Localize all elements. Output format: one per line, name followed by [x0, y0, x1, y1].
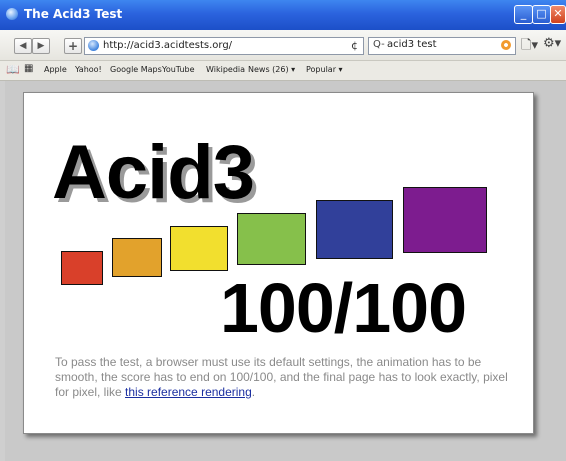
score-readout: 100/100 [220, 269, 467, 347]
acid3-page: Acid3 100/100 To pass the test, a browse… [23, 92, 534, 434]
bookmark-popular[interactable]: Popular ▾ [306, 65, 343, 74]
minimize-button[interactable]: _ [514, 5, 533, 24]
maximize-button[interactable]: □ [532, 5, 551, 24]
orange-box [112, 238, 162, 277]
search-bar[interactable]: Q- [368, 37, 516, 55]
yellow-box [170, 226, 228, 271]
reference-rendering-link[interactable]: this reference rendering [125, 385, 252, 399]
bookmark-wikipedia[interactable]: Wikipedia [206, 65, 245, 74]
navigation-toolbar: ◀ ▶ + http://acid3.acidtests.org/ ¢ Q- 🗋… [0, 30, 566, 61]
safari-icon [6, 8, 18, 20]
browser-window: The Acid3 Test _ □ ✕ ◀ ▶ + http://acid3.… [0, 0, 566, 461]
red-box [61, 251, 103, 285]
bookmark-youtube[interactable]: YouTube [162, 65, 195, 74]
open-book-icon[interactable]: 📖 [6, 63, 20, 76]
content-viewport: Acid3 100/100 To pass the test, a browse… [5, 81, 566, 461]
add-bookmark-button[interactable]: + [64, 38, 82, 54]
bookmark-yahoo[interactable]: Yahoo! [75, 65, 102, 74]
green-box [237, 213, 306, 265]
address-bar[interactable]: http://acid3.acidtests.org/ ¢ [84, 37, 364, 55]
search-icon[interactable]: Q- [373, 39, 385, 50]
description-body: To pass the test, a browser must use its… [55, 355, 508, 399]
bookmark-news[interactable]: News (26) ▾ [248, 65, 295, 74]
search-input[interactable] [387, 39, 487, 50]
blue-box [316, 200, 393, 259]
page-heading: Acid3 [52, 130, 255, 215]
bookmark-apple[interactable]: Apple [44, 65, 67, 74]
address-url[interactable]: http://acid3.acidtests.org/ [103, 40, 232, 51]
grid-icon[interactable]: ▦ [24, 63, 33, 74]
page-menu-icon[interactable]: 🗋▾ [521, 36, 538, 58]
purple-box [403, 187, 487, 253]
settings-menu-icon[interactable]: ⚙▾ [543, 36, 561, 51]
close-button[interactable]: ✕ [550, 5, 566, 24]
reload-icon[interactable]: ¢ [351, 39, 358, 52]
bookmark-google-maps[interactable]: Google Maps [110, 65, 162, 74]
globe-icon [88, 40, 99, 51]
title-bar: The Acid3 Test _ □ ✕ [0, 0, 566, 30]
description-period: . [251, 385, 256, 399]
description-text: To pass the test, a browser must use its… [55, 355, 525, 400]
forward-button[interactable]: ▶ [32, 38, 50, 54]
window-title: The Acid3 Test [24, 7, 123, 21]
back-button[interactable]: ◀ [14, 38, 32, 54]
snapback-icon[interactable] [501, 40, 511, 50]
bookmarks-bar: 📖 ▦ Apple Yahoo! Google Maps YouTube Wik… [0, 61, 566, 81]
